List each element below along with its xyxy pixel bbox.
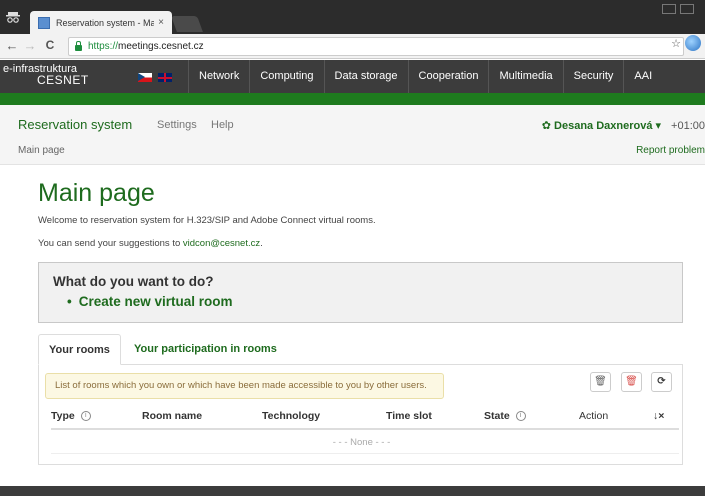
back-icon[interactable]: ← (4, 38, 20, 53)
col-time-slot[interactable]: Time slot (386, 410, 432, 422)
nav-aai[interactable]: AAI (623, 60, 662, 93)
col-state[interactable]: State i (484, 410, 526, 422)
email-link[interactable]: vidcon@cesnet.cz (183, 238, 260, 249)
tab-your-rooms[interactable]: Your rooms (38, 334, 121, 365)
sort-icon[interactable]: ↓× (653, 410, 664, 422)
browser-tabstrip: Reservation system - Ma × (0, 0, 705, 34)
delete-button[interactable]: 🗑 (590, 372, 611, 392)
help-link[interactable]: Help (211, 119, 234, 131)
app-header: Reservation system Settings Help ✿ Desan… (0, 105, 705, 165)
user-name: ✿ Desana Daxnerová ▾ (541, 120, 662, 132)
tab-title: Reservation system - Ma (56, 17, 155, 28)
forward-icon[interactable]: → (22, 38, 38, 53)
rooms-tabs: Your rooms Your participation in rooms (38, 334, 683, 365)
trash-red-icon: 🗑 (625, 376, 638, 387)
breadcrumb: Main page (18, 145, 65, 156)
col-type-label: Type (51, 410, 75, 422)
app-name-link[interactable]: Reservation system (18, 117, 132, 132)
nav-multimedia[interactable]: Multimedia (488, 60, 562, 93)
user-menu[interactable]: ✿ Desana Daxnerová ▾ +01:00 (542, 119, 705, 132)
timezone: +01:00 (671, 120, 705, 132)
url-scheme: https:// (88, 41, 119, 52)
browser-tab[interactable]: Reservation system - Ma × (30, 11, 172, 34)
table-header: Type i Room name Technology Time slot Sta… (51, 408, 679, 430)
czech-flag-icon[interactable] (138, 73, 152, 82)
nav-data-storage[interactable]: Data storage (323, 60, 408, 93)
col-room-name[interactable]: Room name (142, 410, 202, 422)
address-bar[interactable]: https:// meetings.cesnet.cz (68, 37, 684, 56)
green-divider (0, 93, 705, 105)
page-footer (0, 486, 705, 496)
settings-link[interactable]: Settings (157, 119, 197, 131)
favicon-icon (38, 16, 50, 29)
tab-close-icon[interactable]: × (158, 17, 164, 28)
trash-icon: 🗑 (594, 376, 607, 387)
maximize-icon[interactable] (680, 4, 694, 14)
refresh-icon: ⟳ (657, 376, 666, 387)
col-action: Action (579, 410, 609, 422)
nav-cooperation[interactable]: Cooperation (407, 60, 489, 93)
minimize-icon[interactable] (662, 4, 676, 14)
site-nav-items: Network Computing Data storage Cooperati… (188, 60, 662, 93)
empty-rows-text: - - - None - - - (332, 437, 391, 448)
suggest-suffix: . (260, 238, 263, 249)
new-tab-button[interactable] (171, 16, 203, 32)
suggest-prefix: You can send your suggestions to (38, 238, 183, 249)
brand-line2: CESNET (37, 73, 89, 87)
delete-all-button[interactable]: 🗑 (621, 372, 642, 392)
rooms-panel: List of rooms which you own or which hav… (38, 365, 683, 465)
nav-security[interactable]: Security (562, 60, 624, 93)
info-icon[interactable]: i (80, 411, 91, 422)
col-technology[interactable]: Technology (262, 410, 320, 422)
refresh-button[interactable]: ⟳ (651, 372, 672, 392)
nav-computing[interactable]: Computing (249, 60, 323, 93)
incognito-icon (6, 9, 20, 25)
browser-toolbar: ← → C https:// meetings.cesnet.cz ☆ (0, 34, 705, 59)
suggestions-text: You can send your suggestions to vidcon@… (38, 238, 263, 249)
page-title: Main page (38, 179, 155, 207)
site-navbar: e-infrastruktura CESNET Network Computin… (0, 60, 705, 93)
rooms-hint: List of rooms which you own or which hav… (45, 373, 444, 399)
welcome-text: Welcome to reservation system for H.323/… (38, 215, 376, 226)
info-icon[interactable]: i (515, 411, 526, 422)
extension-icon[interactable] (685, 35, 701, 51)
reload-icon[interactable]: C (42, 38, 58, 52)
url-host: meetings.cesnet.cz (118, 41, 204, 52)
what-to-do-panel: What do you want to do? Create new virtu… (38, 262, 683, 323)
create-room-link[interactable]: Create new virtual room (67, 294, 233, 309)
uk-flag-icon[interactable] (158, 73, 172, 82)
nav-network[interactable]: Network (188, 60, 249, 93)
bookmark-star-icon[interactable]: ☆ (671, 37, 681, 50)
report-problem-link[interactable]: Report problem (636, 145, 705, 156)
col-state-label: State (484, 410, 510, 422)
col-type[interactable]: Type i (51, 410, 91, 422)
table-divider (51, 453, 679, 454)
brand-logo[interactable]: e-infrastruktura CESNET (3, 64, 89, 87)
what-question: What do you want to do? (53, 274, 214, 289)
tab-participation[interactable]: Your participation in rooms (124, 334, 287, 365)
lock-icon (75, 40, 82, 51)
